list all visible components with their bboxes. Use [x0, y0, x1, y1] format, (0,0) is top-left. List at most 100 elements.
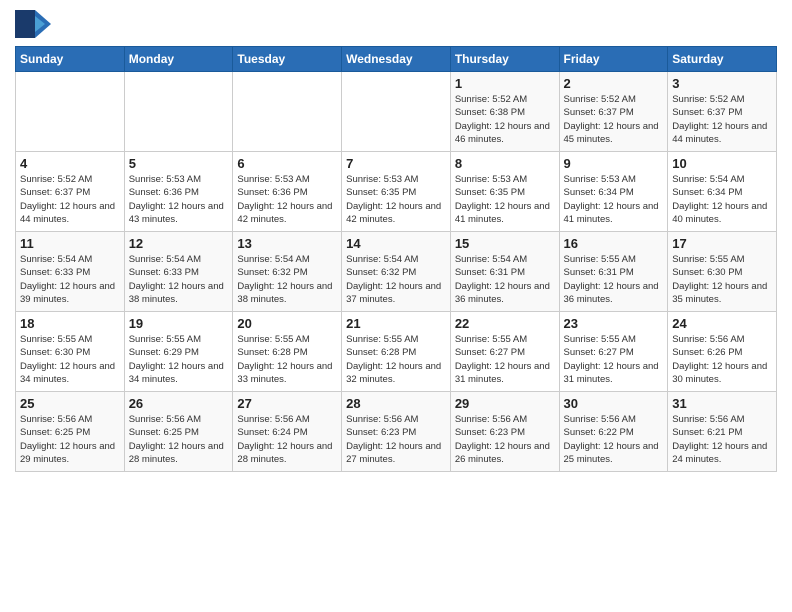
- calendar-cell: 2 Sunrise: 5:52 AMSunset: 6:37 PMDaylight…: [559, 72, 668, 152]
- day-number: 4: [20, 156, 120, 171]
- day-number: 23: [564, 316, 664, 331]
- calendar-cell: [233, 72, 342, 152]
- col-sunday: Sunday: [16, 47, 125, 72]
- day-number: 19: [129, 316, 229, 331]
- day-info: Sunrise: 5:56 AMSunset: 6:24 PMDaylight:…: [237, 413, 337, 466]
- calendar-week-row: 11 Sunrise: 5:54 AMSunset: 6:33 PMDayligh…: [16, 232, 777, 312]
- day-number: 12: [129, 236, 229, 251]
- day-number: 6: [237, 156, 337, 171]
- day-info: Sunrise: 5:53 AMSunset: 6:36 PMDaylight:…: [129, 173, 229, 226]
- day-number: 31: [672, 396, 772, 411]
- day-number: 2: [564, 76, 664, 91]
- day-info: Sunrise: 5:55 AMSunset: 6:27 PMDaylight:…: [564, 333, 664, 386]
- calendar-week-row: 25 Sunrise: 5:56 AMSunset: 6:25 PMDayligh…: [16, 392, 777, 472]
- day-number: 28: [346, 396, 446, 411]
- day-info: Sunrise: 5:55 AMSunset: 6:30 PMDaylight:…: [672, 253, 772, 306]
- day-number: 18: [20, 316, 120, 331]
- day-info: Sunrise: 5:55 AMSunset: 6:30 PMDaylight:…: [20, 333, 120, 386]
- page-header: [15, 10, 777, 38]
- day-info: Sunrise: 5:56 AMSunset: 6:26 PMDaylight:…: [672, 333, 772, 386]
- calendar-week-row: 1 Sunrise: 5:52 AMSunset: 6:38 PMDaylight…: [16, 72, 777, 152]
- calendar-cell: 22 Sunrise: 5:55 AMSunset: 6:27 PMDayligh…: [450, 312, 559, 392]
- col-wednesday: Wednesday: [342, 47, 451, 72]
- day-info: Sunrise: 5:55 AMSunset: 6:27 PMDaylight:…: [455, 333, 555, 386]
- calendar-cell: 13Sunrise: 5:54 AMSunset: 6:32 PMDayligh…: [233, 232, 342, 312]
- day-info: Sunrise: 5:53 AMSunset: 6:34 PMDaylight:…: [564, 173, 664, 226]
- day-number: 25: [20, 396, 120, 411]
- calendar-cell: 6 Sunrise: 5:53 AMSunset: 6:36 PMDaylight…: [233, 152, 342, 232]
- day-number: 24: [672, 316, 772, 331]
- calendar-cell: 24 Sunrise: 5:56 AMSunset: 6:26 PMDayligh…: [668, 312, 777, 392]
- day-info: Sunrise: 5:54 AMSunset: 6:33 PMDaylight:…: [20, 253, 120, 306]
- day-info: Sunrise: 5:52 AMSunset: 6:37 PMDaylight:…: [564, 93, 664, 146]
- day-info: Sunrise: 5:56 AMSunset: 6:21 PMDaylight:…: [672, 413, 772, 466]
- day-info: Sunrise: 5:55 AMSunset: 6:28 PMDaylight:…: [346, 333, 446, 386]
- calendar-cell: 5 Sunrise: 5:53 AMSunset: 6:36 PMDaylight…: [124, 152, 233, 232]
- day-number: 29: [455, 396, 555, 411]
- day-info: Sunrise: 5:52 AMSunset: 6:37 PMDaylight:…: [20, 173, 120, 226]
- calendar-table: Sunday Monday Tuesday Wednesday Thursday…: [15, 46, 777, 472]
- day-number: 1: [455, 76, 555, 91]
- calendar-cell: 4 Sunrise: 5:52 AMSunset: 6:37 PMDaylight…: [16, 152, 125, 232]
- calendar-cell: 18 Sunrise: 5:55 AMSunset: 6:30 PMDayligh…: [16, 312, 125, 392]
- day-info: Sunrise: 5:54 AMSunset: 6:34 PMDaylight:…: [672, 173, 772, 226]
- calendar-cell: 19 Sunrise: 5:55 AMSunset: 6:29 PMDayligh…: [124, 312, 233, 392]
- day-info: Sunrise: 5:52 AMSunset: 6:38 PMDaylight:…: [455, 93, 555, 146]
- day-number: 16: [564, 236, 664, 251]
- col-thursday: Thursday: [450, 47, 559, 72]
- logo-icon: [15, 10, 51, 38]
- day-info: Sunrise: 5:53 AMSunset: 6:35 PMDaylight:…: [346, 173, 446, 226]
- calendar-cell: 7 Sunrise: 5:53 AMSunset: 6:35 PMDaylight…: [342, 152, 451, 232]
- calendar-cell: 3Sunrise: 5:52 AMSunset: 6:37 PMDaylight…: [668, 72, 777, 152]
- day-number: 10: [672, 156, 772, 171]
- calendar-cell: 11 Sunrise: 5:54 AMSunset: 6:33 PMDayligh…: [16, 232, 125, 312]
- calendar-cell: 20 Sunrise: 5:55 AMSunset: 6:28 PMDayligh…: [233, 312, 342, 392]
- calendar-cell: 9 Sunrise: 5:53 AMSunset: 6:34 PMDaylight…: [559, 152, 668, 232]
- calendar-cell: 14 Sunrise: 5:54 AMSunset: 6:32 PMDayligh…: [342, 232, 451, 312]
- calendar-cell: [342, 72, 451, 152]
- day-number: 5: [129, 156, 229, 171]
- day-info: Sunrise: 5:56 AMSunset: 6:25 PMDaylight:…: [129, 413, 229, 466]
- day-info: Sunrise: 5:54 AMSunset: 6:32 PMDaylight:…: [237, 253, 337, 306]
- calendar-cell: [124, 72, 233, 152]
- day-number: 7: [346, 156, 446, 171]
- calendar-cell: 28 Sunrise: 5:56 AMSunset: 6:23 PMDayligh…: [342, 392, 451, 472]
- calendar-cell: 26 Sunrise: 5:56 AMSunset: 6:25 PMDayligh…: [124, 392, 233, 472]
- day-number: 8: [455, 156, 555, 171]
- day-number: 22: [455, 316, 555, 331]
- day-info: Sunrise: 5:56 AMSunset: 6:23 PMDaylight:…: [346, 413, 446, 466]
- calendar-cell: 10 Sunrise: 5:54 AMSunset: 6:34 PMDayligh…: [668, 152, 777, 232]
- day-info: Sunrise: 5:55 AMSunset: 6:31 PMDaylight:…: [564, 253, 664, 306]
- day-number: 20: [237, 316, 337, 331]
- day-number: 14: [346, 236, 446, 251]
- calendar-cell: 25 Sunrise: 5:56 AMSunset: 6:25 PMDayligh…: [16, 392, 125, 472]
- day-info: Sunrise: 5:56 AMSunset: 6:22 PMDaylight:…: [564, 413, 664, 466]
- day-number: 17: [672, 236, 772, 251]
- col-saturday: Saturday: [668, 47, 777, 72]
- calendar-cell: 30 Sunrise: 5:56 AMSunset: 6:22 PMDayligh…: [559, 392, 668, 472]
- calendar-cell: 15Sunrise: 5:54 AMSunset: 6:31 PMDayligh…: [450, 232, 559, 312]
- day-info: Sunrise: 5:55 AMSunset: 6:28 PMDaylight:…: [237, 333, 337, 386]
- day-number: 21: [346, 316, 446, 331]
- day-info: Sunrise: 5:56 AMSunset: 6:25 PMDaylight:…: [20, 413, 120, 466]
- calendar-cell: 21 Sunrise: 5:55 AMSunset: 6:28 PMDayligh…: [342, 312, 451, 392]
- calendar-cell: 17 Sunrise: 5:55 AMSunset: 6:30 PMDayligh…: [668, 232, 777, 312]
- calendar-cell: 1 Sunrise: 5:52 AMSunset: 6:38 PMDaylight…: [450, 72, 559, 152]
- calendar-cell: 12 Sunrise: 5:54 AMSunset: 6:33 PMDayligh…: [124, 232, 233, 312]
- day-number: 27: [237, 396, 337, 411]
- day-info: Sunrise: 5:55 AMSunset: 6:29 PMDaylight:…: [129, 333, 229, 386]
- day-number: 30: [564, 396, 664, 411]
- day-info: Sunrise: 5:56 AMSunset: 6:23 PMDaylight:…: [455, 413, 555, 466]
- calendar-cell: 27 Sunrise: 5:56 AMSunset: 6:24 PMDayligh…: [233, 392, 342, 472]
- day-info: Sunrise: 5:53 AMSunset: 6:36 PMDaylight:…: [237, 173, 337, 226]
- logo: [15, 10, 55, 38]
- day-info: Sunrise: 5:54 AMSunset: 6:33 PMDaylight:…: [129, 253, 229, 306]
- col-friday: Friday: [559, 47, 668, 72]
- day-info: Sunrise: 5:54 AMSunset: 6:32 PMDaylight:…: [346, 253, 446, 306]
- day-number: 9: [564, 156, 664, 171]
- day-number: 11: [20, 236, 120, 251]
- calendar-header-row: Sunday Monday Tuesday Wednesday Thursday…: [16, 47, 777, 72]
- calendar-cell: 8Sunrise: 5:53 AMSunset: 6:35 PMDaylight…: [450, 152, 559, 232]
- calendar-cell: 16 Sunrise: 5:55 AMSunset: 6:31 PMDayligh…: [559, 232, 668, 312]
- day-number: 26: [129, 396, 229, 411]
